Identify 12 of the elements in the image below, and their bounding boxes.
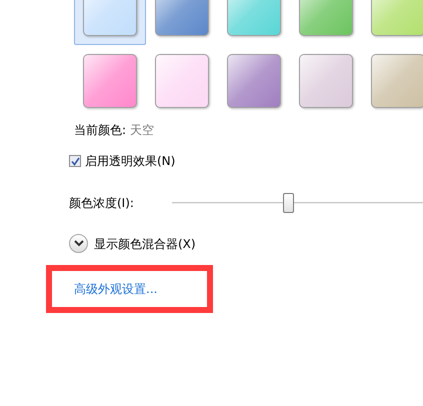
current-color-value: 天空	[130, 122, 154, 138]
checkmark-icon	[70, 156, 80, 166]
current-color-label: 当前颜色:	[74, 122, 126, 138]
mixer-label: 显示颜色混合器(X)	[94, 236, 196, 252]
intensity-slider[interactable]	[172, 192, 423, 214]
intensity-label: 颜色浓度(I):	[69, 195, 135, 211]
expand-button[interactable]	[69, 234, 88, 253]
checkbox-label: 启用透明效果(N)	[85, 153, 176, 169]
chevron-icon	[74, 240, 84, 247]
slider-thumb[interactable]	[282, 193, 294, 213]
advanced-appearance-link[interactable]: 高级外观设置...	[74, 281, 158, 297]
checkbox[interactable]	[69, 155, 81, 167]
